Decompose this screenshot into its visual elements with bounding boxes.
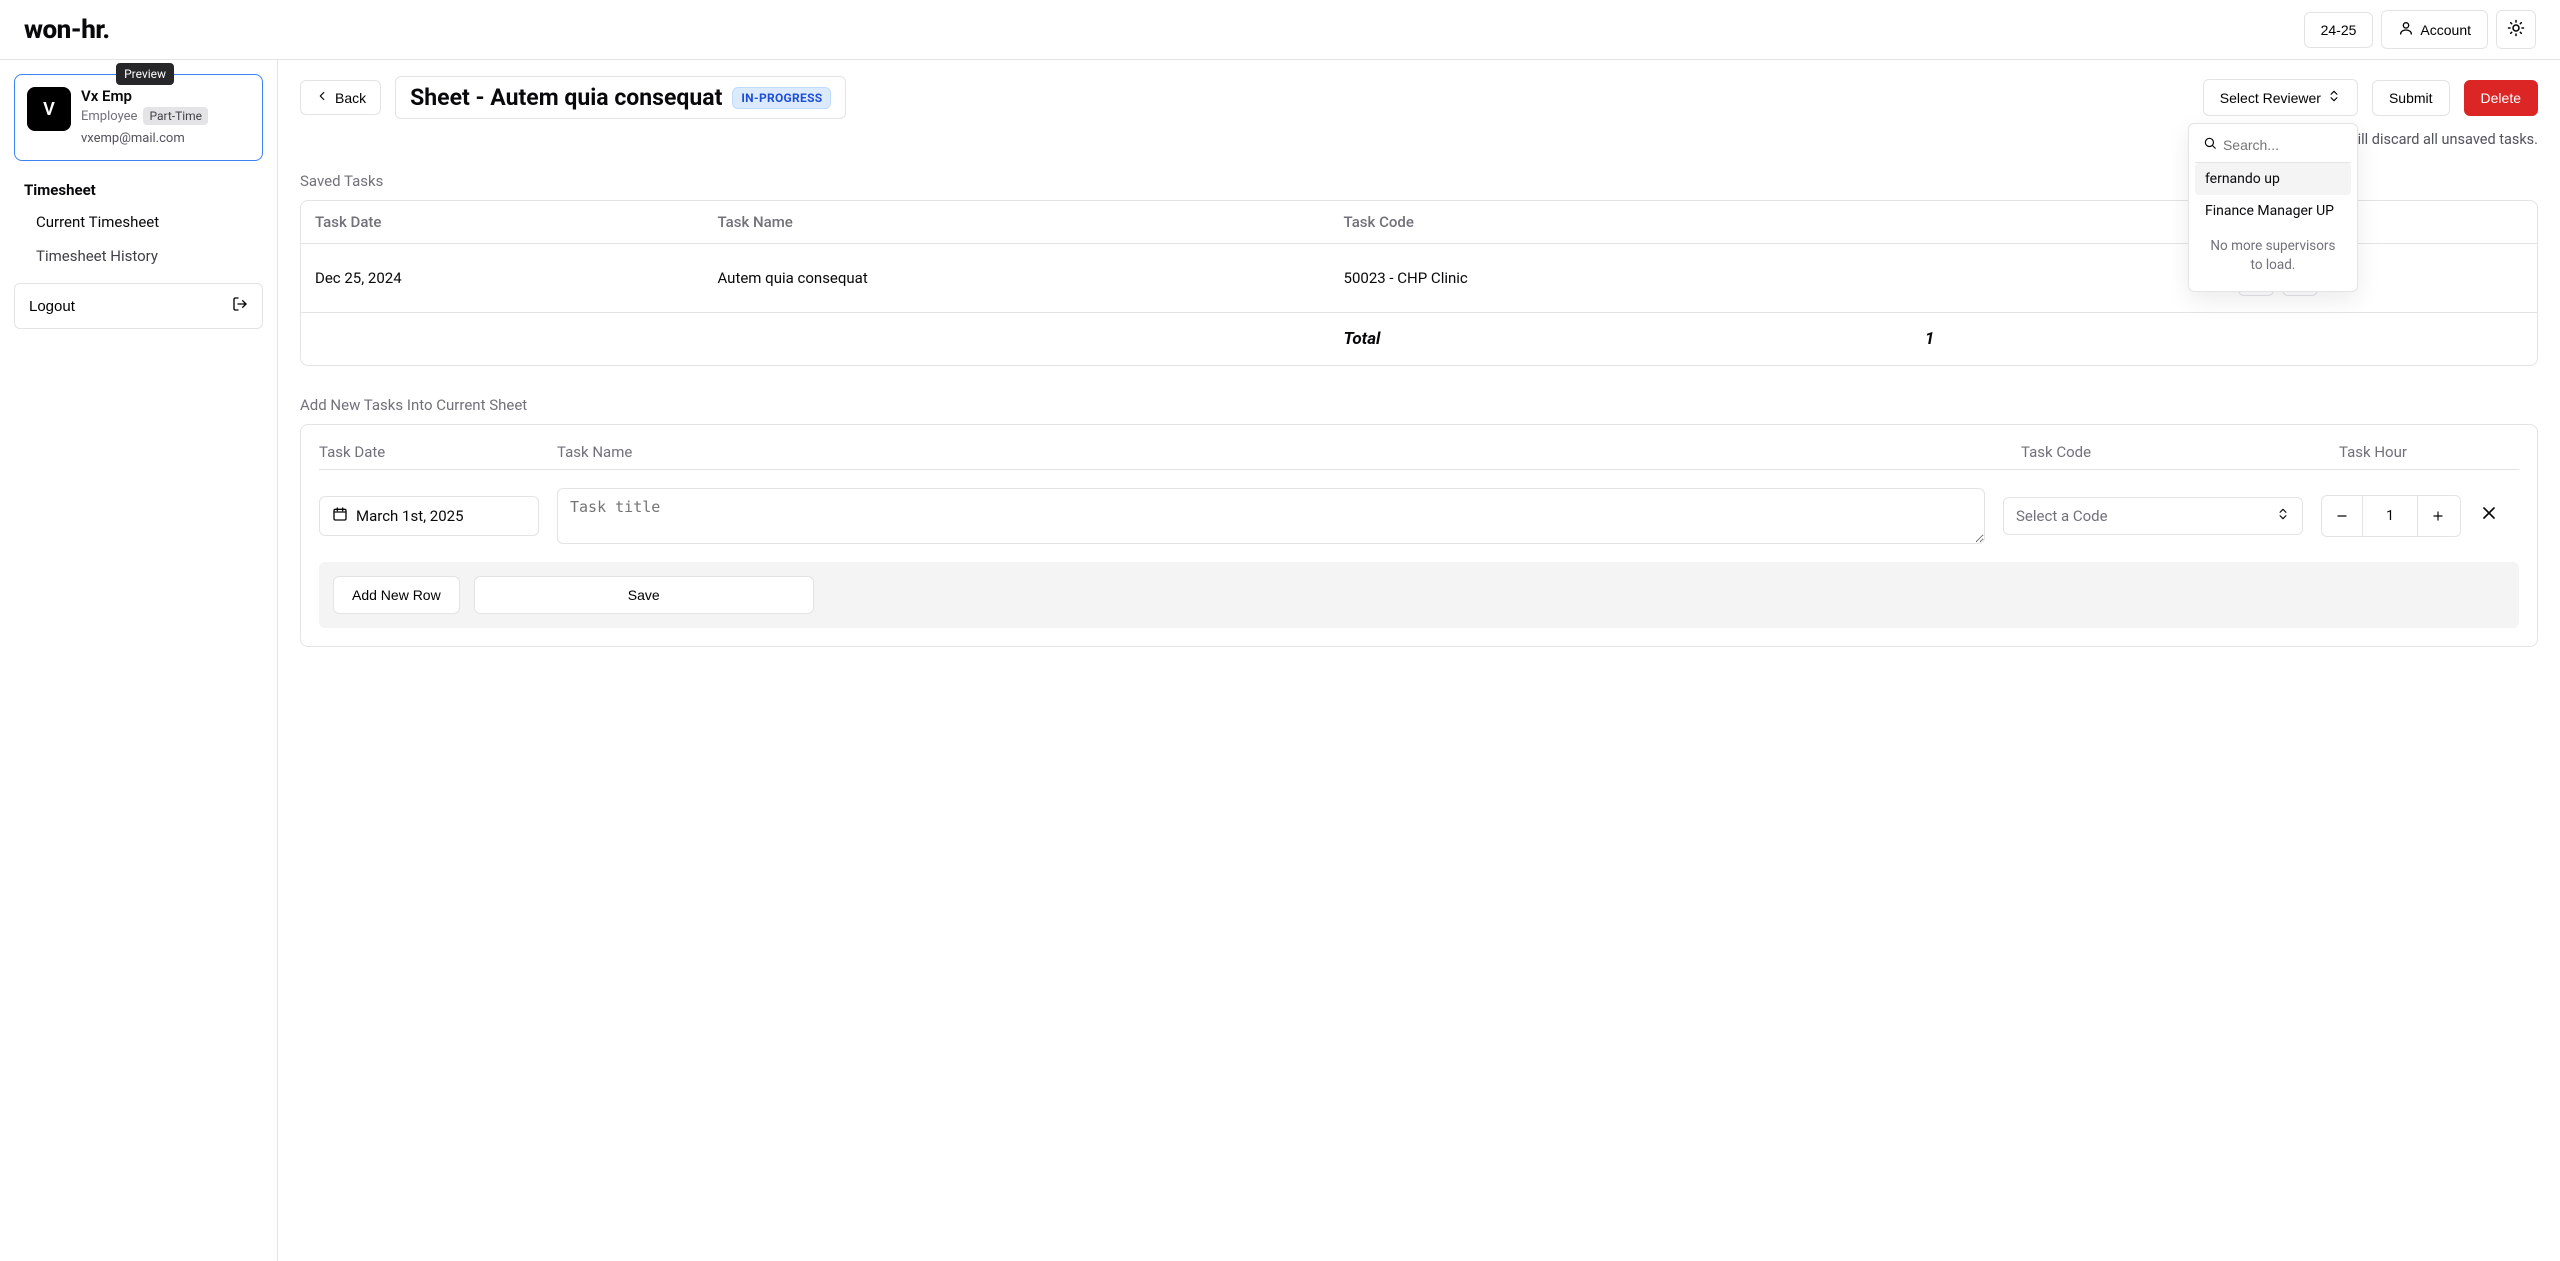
- addcol-name: Task Name: [557, 443, 2003, 461]
- total-row: Total 1: [301, 313, 2537, 366]
- add-tasks-heading: Add New Tasks Into Current Sheet: [300, 396, 2538, 414]
- addcol-date: Task Date: [319, 443, 539, 461]
- user-role: Employee: [81, 109, 137, 124]
- user-name: Vx Emp: [81, 87, 208, 105]
- close-icon: [2479, 504, 2499, 529]
- reviewer-empty-message: No more supervisors to load.: [2195, 227, 2351, 285]
- cell-code: 50023 - CHP Clinic: [1330, 244, 1911, 313]
- sun-icon: [2507, 19, 2525, 40]
- user-preview-card: Preview V Vx Emp Employee Part-Time vxem…: [14, 74, 263, 161]
- nav-section-timesheet: Timesheet: [14, 175, 263, 205]
- col-task-date: Task Date: [301, 201, 703, 244]
- hour-value: 1: [2362, 496, 2418, 536]
- account-button[interactable]: Account: [2381, 10, 2488, 49]
- preview-badge: Preview: [116, 63, 174, 85]
- calendar-icon: [332, 506, 348, 526]
- delete-button[interactable]: Delete: [2464, 80, 2538, 116]
- addcol-hour: Task Hour: [2339, 443, 2519, 461]
- reviewer-popover: fernando up Finance Manager UP No more s…: [2188, 123, 2358, 292]
- sheet-title: Sheet - Autem quia consequat IN-PROGRESS: [395, 76, 846, 119]
- add-tasks-card: Task Date Task Name Task Code Task Hour …: [300, 424, 2538, 647]
- brand-logo[interactable]: won-hr.: [24, 15, 110, 45]
- account-label: Account: [2420, 22, 2471, 38]
- logout-icon: [232, 296, 248, 316]
- task-date-picker[interactable]: March 1st, 2025: [319, 496, 539, 536]
- col-task-code: Task Code: [1330, 201, 1911, 244]
- reviewer-option[interactable]: Finance Manager UP: [2195, 195, 2351, 227]
- task-hour-stepper: 1: [2321, 495, 2461, 537]
- reviewer-search-input[interactable]: [2223, 137, 2343, 153]
- cell-date: Dec 25, 2024: [301, 244, 703, 313]
- nav-current-timesheet[interactable]: Current Timesheet: [14, 205, 263, 239]
- nav-timesheet-history[interactable]: Timesheet History: [14, 239, 263, 273]
- add-new-row-button[interactable]: Add New Row: [333, 576, 460, 614]
- logout-button[interactable]: Logout: [14, 283, 263, 329]
- total-label: Total: [1330, 313, 1911, 366]
- task-date-value: March 1st, 2025: [356, 507, 464, 525]
- task-title-input[interactable]: [557, 488, 1985, 544]
- submit-button[interactable]: Submit: [2372, 80, 2450, 116]
- remove-row-button[interactable]: [2479, 503, 2519, 529]
- cell-name: Autem quia consequat: [703, 244, 1329, 313]
- chevron-left-icon: [315, 89, 329, 106]
- hour-decrement[interactable]: [2322, 496, 2362, 536]
- back-button[interactable]: Back: [300, 80, 381, 115]
- total-value: 1: [1911, 313, 2224, 366]
- user-email: vxemp@mail.com: [81, 131, 208, 146]
- reviewer-option[interactable]: fernando up: [2195, 163, 2351, 195]
- task-code-select[interactable]: Select a Code: [2003, 497, 2303, 535]
- select-chevron-icon: [2327, 89, 2341, 106]
- status-badge: IN-PROGRESS: [732, 87, 831, 109]
- addcol-code: Task Code: [2021, 443, 2321, 461]
- back-label: Back: [335, 90, 366, 106]
- task-code-placeholder: Select a Code: [2016, 507, 2108, 525]
- period-button[interactable]: 24-25: [2304, 12, 2374, 48]
- logout-label: Logout: [29, 298, 75, 315]
- select-reviewer-button[interactable]: Select Reviewer: [2203, 79, 2358, 116]
- avatar: V: [27, 87, 71, 131]
- hour-increment[interactable]: [2418, 496, 2458, 536]
- theme-toggle[interactable]: [2496, 10, 2536, 49]
- select-chevron-icon: [2276, 507, 2290, 525]
- user-icon: [2398, 20, 2414, 39]
- user-schedule-chip: Part-Time: [143, 107, 208, 125]
- col-task-name: Task Name: [703, 201, 1329, 244]
- save-tasks-button[interactable]: Save: [474, 576, 814, 614]
- select-reviewer-label: Select Reviewer: [2220, 90, 2321, 106]
- search-icon: [2203, 136, 2217, 154]
